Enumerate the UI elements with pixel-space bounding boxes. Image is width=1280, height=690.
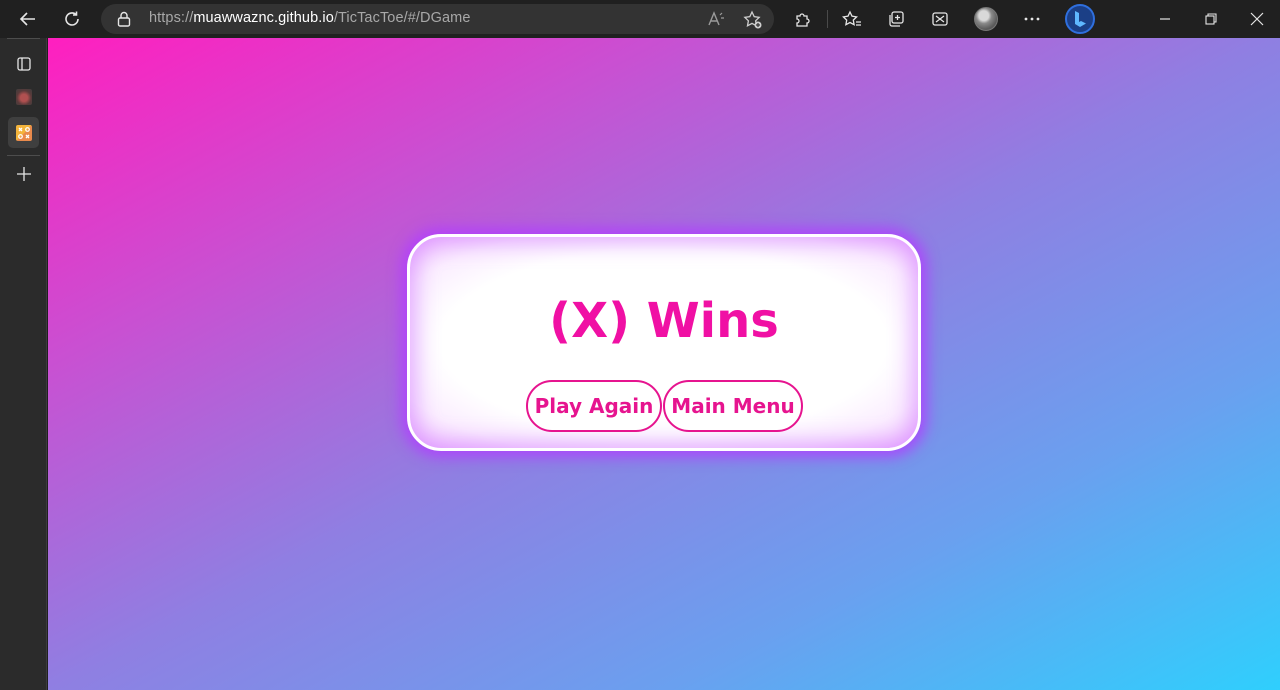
close-window-button[interactable] <box>1242 4 1272 34</box>
vertical-tabs-sidebar <box>0 38 47 690</box>
address-bar[interactable]: https://muawwaznc.github.io/TicTacToe/#/… <box>101 4 774 34</box>
more-icon <box>1024 17 1040 21</box>
play-again-button[interactable]: Play Again <box>526 380 662 432</box>
sidebar-separator <box>7 38 40 39</box>
profile-avatar[interactable] <box>974 7 998 31</box>
sidebar-separator <box>7 155 40 156</box>
url-prefix: https:// <box>149 10 194 26</box>
url-host: muawwaznc.github.io <box>193 10 334 26</box>
add-favorite-icon[interactable] <box>743 10 763 30</box>
tab-actions-button[interactable] <box>8 48 39 79</box>
favorites-button[interactable] <box>837 4 867 34</box>
url-path: /TicTacToe/#/DGame <box>333 10 471 26</box>
bing-icon <box>1075 11 1086 27</box>
more-button[interactable] <box>1017 4 1047 34</box>
bing-button[interactable] <box>1065 4 1095 34</box>
tab-2-favicon-tictactoe <box>15 124 32 141</box>
minimize-button[interactable] <box>1150 4 1180 34</box>
main-menu-button[interactable]: Main Menu <box>663 380 803 432</box>
new-tab-icon <box>16 166 31 181</box>
tab-2-tictactoe[interactable] <box>8 117 39 148</box>
tab-1-favicon <box>15 88 32 105</box>
back-icon <box>19 12 35 26</box>
toolbar-separator <box>827 10 828 28</box>
back-button[interactable] <box>13 4 43 34</box>
tab-1[interactable] <box>8 81 39 112</box>
close-icon <box>1250 12 1264 26</box>
web-capture-button[interactable] <box>925 4 955 34</box>
url-text[interactable]: https://muawwaznc.github.io/TicTacToe/#/… <box>149 10 471 26</box>
browser-toolbar: https://muawwaznc.github.io/TicTacToe/#/… <box>0 0 1280 38</box>
extensions-icon <box>796 13 810 27</box>
restore-icon <box>1205 13 1217 25</box>
minimize-icon <box>1160 18 1170 20</box>
web-capture-icon <box>932 12 948 26</box>
refresh-button[interactable] <box>57 4 87 34</box>
read-aloud-icon[interactable] <box>707 10 725 28</box>
extensions-button[interactable] <box>788 4 818 34</box>
result-text: (X) Wins <box>549 293 779 349</box>
new-tab-button[interactable] <box>8 158 39 189</box>
tab-actions-icon <box>16 56 31 71</box>
lock-icon[interactable] <box>117 11 131 27</box>
game-result-dialog: (X) Wins Play Again Main Menu <box>407 234 921 451</box>
favorites-icon <box>842 10 861 26</box>
collections-icon <box>889 11 904 27</box>
collections-button[interactable] <box>881 4 911 34</box>
restore-button[interactable] <box>1196 4 1226 34</box>
page-viewport: (X) Wins Play Again Main Menu <box>48 38 1280 690</box>
refresh-icon <box>65 11 79 26</box>
